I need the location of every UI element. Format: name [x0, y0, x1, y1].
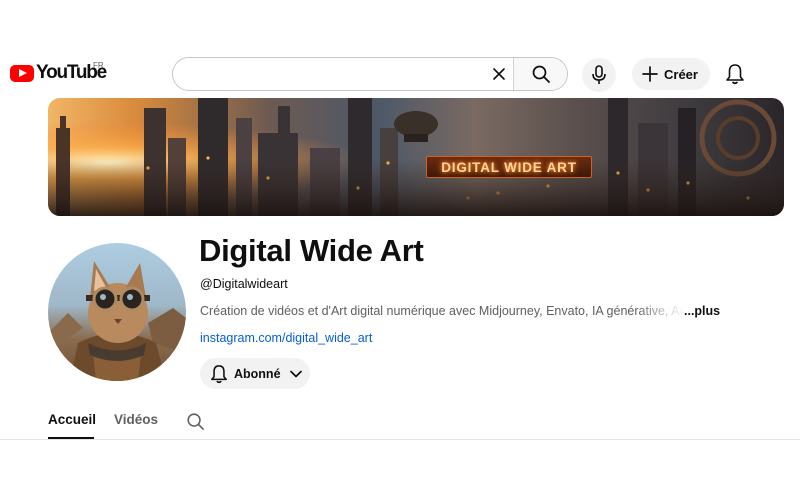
subscribed-label: Abonné: [234, 366, 281, 381]
channel-avatar[interactable]: [48, 243, 186, 381]
channel-description-row[interactable]: Création de vidéos et d'Art digital numé…: [200, 304, 720, 322]
create-button[interactable]: Créer: [632, 58, 710, 90]
search-button[interactable]: [513, 58, 567, 90]
youtube-logo-icon: [10, 64, 34, 82]
subscribed-button[interactable]: Abonné: [200, 358, 310, 389]
banner-cityscape: [48, 98, 784, 216]
bell-icon: [726, 64, 744, 85]
tab-accueil[interactable]: Accueil: [48, 412, 96, 427]
tab-videos[interactable]: Vidéos: [114, 412, 158, 427]
more-button[interactable]: ...plus: [684, 304, 720, 318]
chevron-down-icon: [289, 367, 303, 381]
channel-description: Création de vidéos et d'Art digital numé…: [200, 304, 684, 318]
channel-tabs: Accueil Vidéos: [0, 400, 800, 440]
channel-handle: @Digitalwideart: [200, 277, 288, 291]
youtube-logo[interactable]: YouTube: [10, 62, 107, 84]
channel-name: Digital Wide Art: [199, 233, 424, 268]
notifications-button[interactable]: [720, 58, 750, 90]
banner-sign-text: DIGITAL WIDE ART: [426, 156, 592, 178]
channel-link[interactable]: instagram.com/digital_wide_art: [200, 331, 372, 345]
mic-icon: [592, 65, 606, 84]
search-icon: [186, 412, 204, 430]
active-tab-indicator: [48, 437, 94, 439]
clear-icon: [493, 68, 505, 80]
bell-icon: [211, 364, 227, 383]
search-icon: [532, 65, 550, 83]
masthead: YouTube FR Créer: [0, 52, 800, 96]
search-box: [172, 57, 568, 91]
search-input[interactable]: [187, 58, 487, 90]
voice-search-button[interactable]: [582, 58, 616, 92]
plus-icon: [642, 66, 658, 82]
channel-banner: DIGITAL WIDE ART: [48, 98, 784, 216]
cat-avatar-image: [48, 261, 186, 381]
clear-search-button[interactable]: [485, 58, 513, 90]
region-code: FR: [93, 61, 104, 70]
channel-search-button[interactable]: [184, 410, 206, 432]
create-label: Créer: [664, 66, 698, 82]
